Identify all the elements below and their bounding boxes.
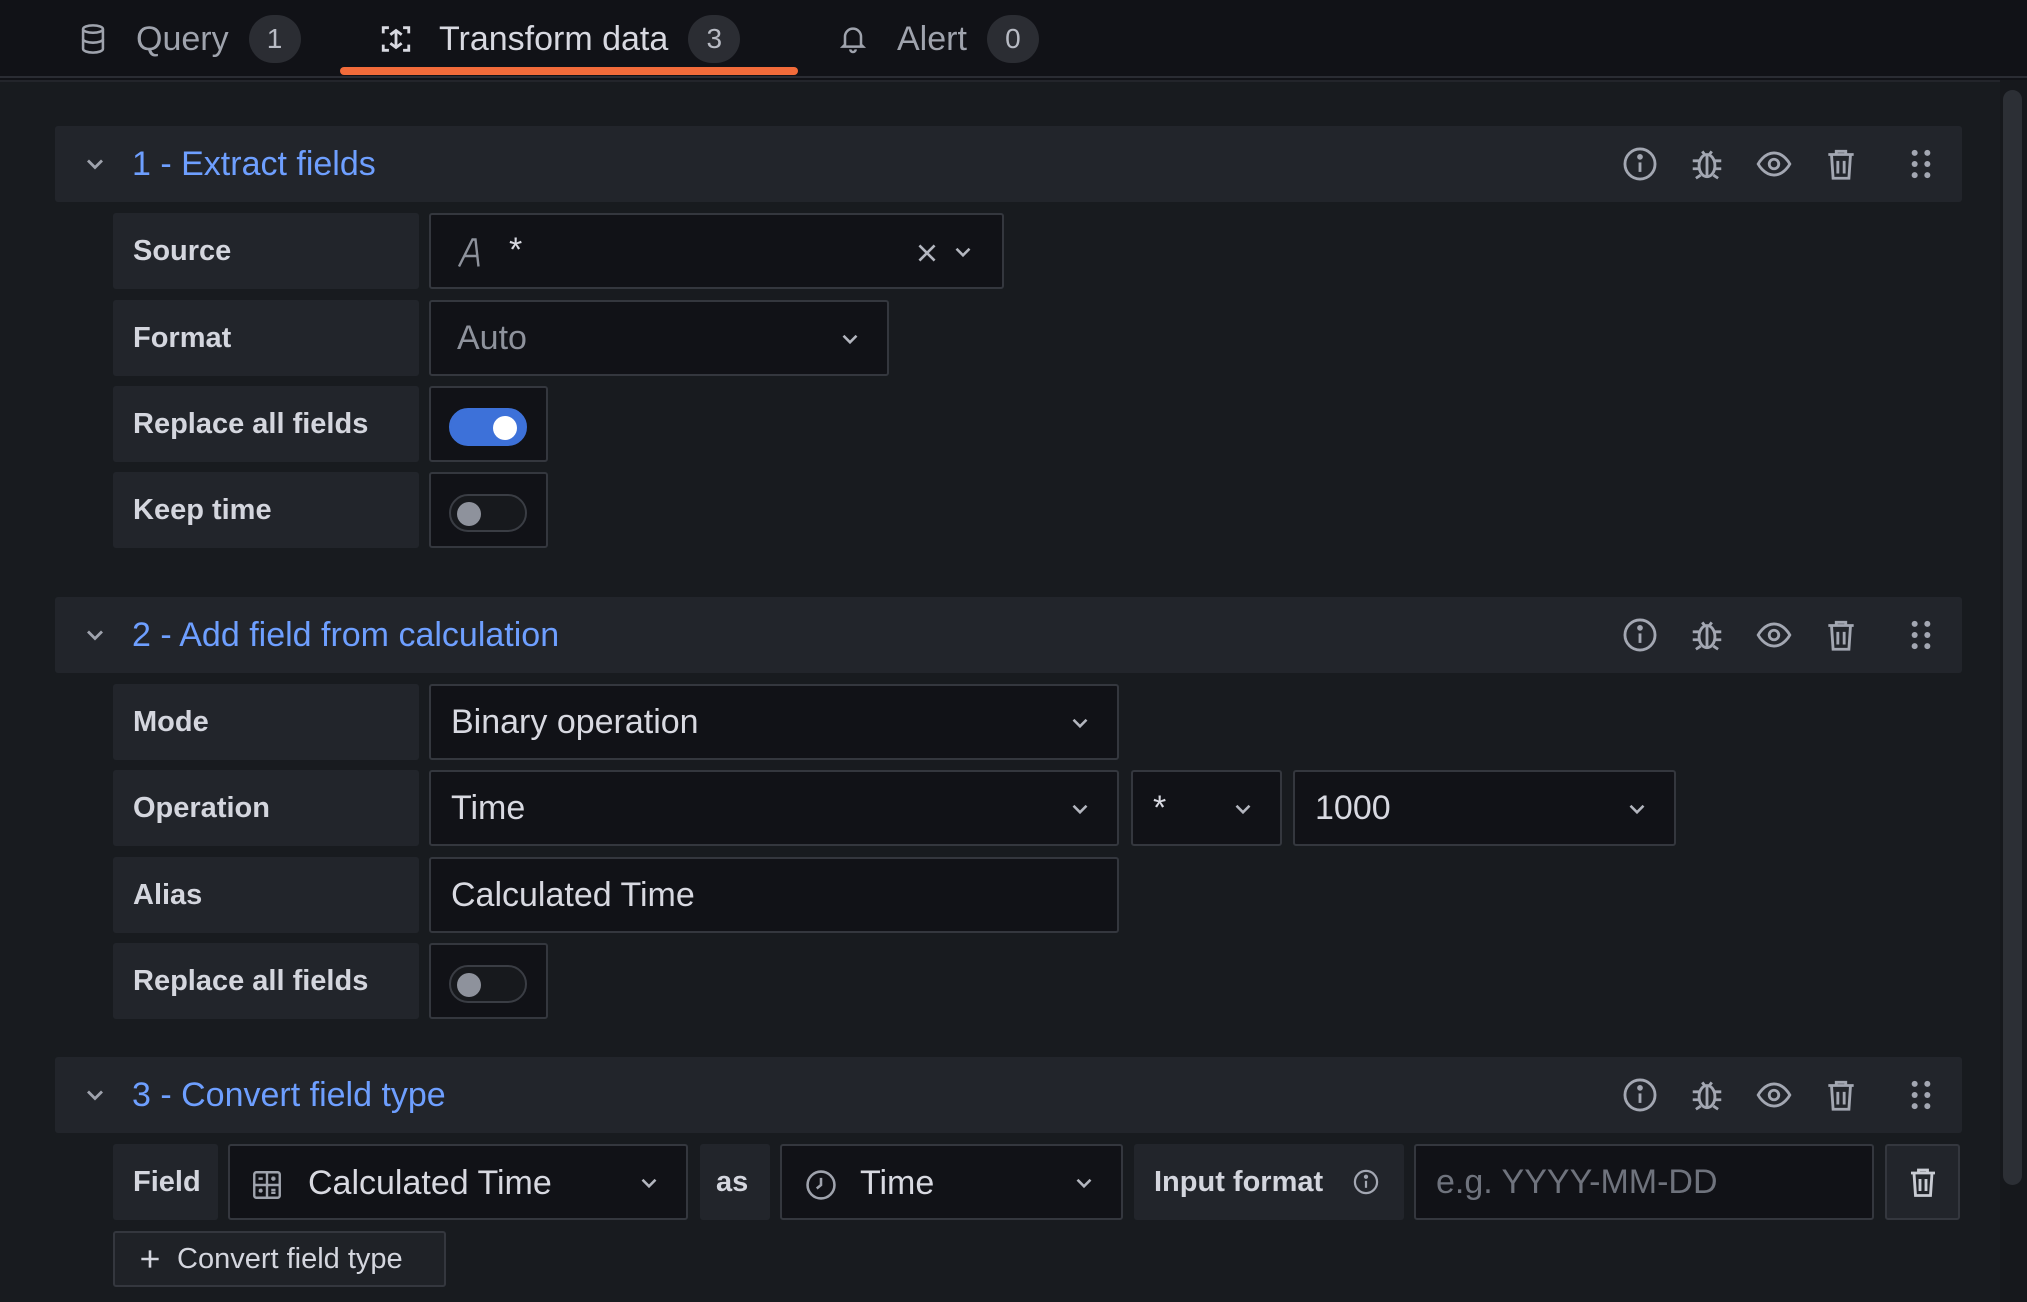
tab-query[interactable]: Query 1	[76, 0, 301, 78]
trash-icon	[1905, 1164, 1941, 1200]
chevron-down-icon[interactable]	[81, 150, 109, 178]
chevron-down-icon	[1071, 1170, 1097, 1196]
chevron-down-icon	[1230, 796, 1256, 822]
info-icon[interactable]	[1621, 1076, 1659, 1114]
transformation-title: 2 - Add field from calculation	[132, 616, 560, 654]
chevron-down-icon[interactable]	[81, 1081, 109, 1109]
info-icon[interactable]	[1621, 145, 1659, 183]
alias-value: Calculated Time	[451, 875, 695, 914]
field-select[interactable]: Calculated Time	[228, 1144, 688, 1220]
input-format-placeholder: e.g. YYYY-MM-DD	[1436, 1162, 1718, 1201]
chevron-down-icon	[636, 1170, 662, 1196]
replace-all-fields-toggle[interactable]	[449, 965, 527, 1003]
replace-all-fields-label: Replace all fields	[113, 386, 419, 462]
drag-handle-icon[interactable]	[1902, 616, 1940, 654]
tab-label: Query	[136, 19, 229, 58]
tab-count-badge: 3	[688, 15, 741, 63]
active-tab-indicator	[340, 67, 798, 75]
keep-time-label: Keep time	[113, 472, 419, 548]
chevron-down-icon	[837, 326, 863, 352]
calculator-icon	[250, 1168, 284, 1202]
field-label: Field	[113, 1144, 218, 1220]
source-value: *	[509, 231, 523, 269]
info-icon[interactable]	[1352, 1168, 1380, 1196]
trash-icon[interactable]	[1822, 1076, 1860, 1114]
operation-left-value: Time	[451, 788, 526, 827]
debug-icon[interactable]	[1688, 616, 1726, 654]
eye-icon[interactable]	[1755, 1076, 1793, 1114]
tab-alert[interactable]: Alert 0	[837, 0, 1039, 78]
tab-label: Alert	[897, 19, 967, 58]
alias-label: Alias	[113, 857, 419, 933]
plus-icon	[137, 1246, 163, 1272]
drag-handle-icon[interactable]	[1902, 145, 1940, 183]
format-label: Format	[113, 300, 419, 376]
drag-handle-icon[interactable]	[1902, 1076, 1940, 1114]
operation-right-value: 1000	[1315, 788, 1391, 827]
scrollbar-thumb[interactable]	[2003, 90, 2022, 1185]
alias-input[interactable]: Calculated Time	[429, 857, 1119, 933]
tab-label: Transform data	[439, 19, 669, 58]
eye-icon[interactable]	[1755, 145, 1793, 183]
trash-icon[interactable]	[1822, 145, 1860, 183]
keep-time-container	[429, 472, 548, 548]
text-icon	[453, 233, 489, 273]
input-format-label-text: Input format	[1154, 1165, 1324, 1198]
operation-label: Operation	[113, 770, 419, 846]
chevron-down-icon	[1067, 710, 1093, 736]
database-icon	[76, 22, 110, 56]
mode-select[interactable]: Binary operation	[429, 684, 1119, 760]
input-format-label: Input format	[1134, 1144, 1404, 1220]
transformation-header-add-field-from-calculation[interactable]: 2 - Add field from calculation	[55, 597, 1962, 673]
format-value: Auto	[457, 318, 527, 357]
replace-all-fields-toggle[interactable]	[449, 408, 527, 446]
operator-value: *	[1153, 788, 1167, 827]
transformation-header-extract-fields[interactable]: 1 - Extract fields	[55, 126, 1962, 202]
tab-count-badge: 1	[248, 15, 301, 63]
clock-icon	[804, 1168, 838, 1202]
mode-value: Binary operation	[451, 702, 699, 741]
replace-all-fields-container	[429, 386, 548, 462]
chevron-down-icon	[950, 239, 976, 265]
tab-count-badge: 0	[986, 15, 1039, 63]
info-icon[interactable]	[1621, 616, 1659, 654]
type-select[interactable]: Time	[780, 1144, 1123, 1220]
bell-icon	[837, 22, 871, 56]
operation-left-select[interactable]: Time	[429, 770, 1119, 846]
remove-conversion-button[interactable]	[1885, 1144, 1960, 1220]
keep-time-toggle[interactable]	[449, 494, 527, 532]
trash-icon[interactable]	[1822, 616, 1860, 654]
chevron-down-icon[interactable]	[81, 621, 109, 649]
mode-label: Mode	[113, 684, 419, 760]
add-button-label: Convert field type	[177, 1242, 403, 1275]
input-format-field[interactable]: e.g. YYYY-MM-DD	[1414, 1144, 1874, 1220]
transformation-title: 3 - Convert field type	[132, 1076, 446, 1114]
replace-all-fields-container	[429, 943, 548, 1019]
field-value: Calculated Time	[308, 1164, 552, 1202]
transformation-header-convert-field-type[interactable]: 3 - Convert field type	[55, 1057, 1962, 1133]
debug-icon[interactable]	[1688, 1076, 1726, 1114]
debug-icon[interactable]	[1688, 145, 1726, 183]
clear-icon[interactable]	[914, 240, 940, 266]
format-select[interactable]: Auto	[429, 300, 889, 376]
as-label: as	[700, 1144, 770, 1220]
source-select[interactable]: *	[429, 213, 1004, 289]
source-label: Source	[113, 213, 419, 289]
tab-bar: Query 1 Transform data 3 Alert 0	[0, 0, 2027, 78]
type-value: Time	[860, 1164, 935, 1202]
eye-icon[interactable]	[1755, 616, 1793, 654]
operation-right-select[interactable]: 1000	[1293, 770, 1676, 846]
replace-all-fields-label: Replace all fields	[113, 943, 419, 1019]
transformation-title: 1 - Extract fields	[132, 145, 376, 183]
add-convert-field-type-button[interactable]: Convert field type	[113, 1231, 446, 1287]
chevron-down-icon	[1067, 796, 1093, 822]
chevron-down-icon	[1624, 796, 1650, 822]
operator-select[interactable]: *	[1131, 770, 1282, 846]
transform-icon	[379, 22, 413, 56]
